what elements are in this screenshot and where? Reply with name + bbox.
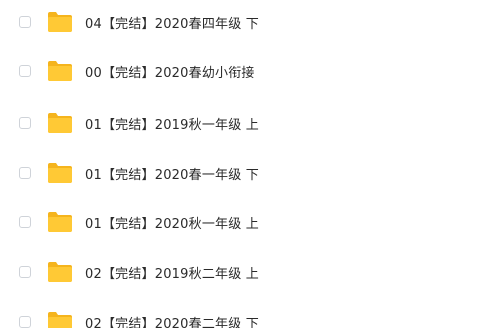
folder-icon bbox=[47, 112, 73, 134]
select-checkbox[interactable] bbox=[19, 167, 31, 179]
list-item[interactable]: 02【完结】2019秋二年级 上 bbox=[0, 252, 492, 292]
file-name[interactable]: 02【完结】2020春二年级 下 bbox=[85, 313, 259, 328]
list-item[interactable]: 00【完结】2020春幼小衔接 bbox=[0, 51, 492, 91]
file-name[interactable]: 01【完结】2020春一年级 下 bbox=[85, 164, 259, 183]
list-item[interactable]: 01【完结】2019秋一年级 上 bbox=[0, 103, 492, 143]
list-item[interactable]: 02【完结】2020春二年级 下 bbox=[0, 302, 492, 328]
file-name[interactable]: 00【完结】2020春幼小衔接 bbox=[85, 62, 255, 81]
folder-icon bbox=[47, 261, 73, 283]
file-list: 04【完结】2020春四年级 下 00【完结】2020春幼小衔接 01【完结】2… bbox=[0, 0, 492, 328]
file-name[interactable]: 02【完结】2019秋二年级 上 bbox=[85, 263, 259, 282]
select-checkbox[interactable] bbox=[19, 316, 31, 328]
select-checkbox[interactable] bbox=[19, 266, 31, 278]
select-checkbox[interactable] bbox=[19, 16, 31, 28]
folder-icon bbox=[47, 211, 73, 233]
file-name[interactable]: 01【完结】2020秋一年级 上 bbox=[85, 213, 259, 232]
file-name[interactable]: 01【完结】2019秋一年级 上 bbox=[85, 114, 259, 133]
folder-icon bbox=[47, 60, 73, 82]
select-checkbox[interactable] bbox=[19, 216, 31, 228]
folder-icon bbox=[47, 162, 73, 184]
list-item[interactable]: 04【完结】2020春四年级 下 bbox=[0, 2, 492, 42]
select-checkbox[interactable] bbox=[19, 65, 31, 77]
list-item[interactable]: 01【完结】2020秋一年级 上 bbox=[0, 202, 492, 242]
list-item[interactable]: 01【完结】2020春一年级 下 bbox=[0, 153, 492, 193]
select-checkbox[interactable] bbox=[19, 117, 31, 129]
folder-icon bbox=[47, 311, 73, 328]
folder-icon bbox=[47, 11, 73, 33]
file-name[interactable]: 04【完结】2020春四年级 下 bbox=[85, 13, 259, 32]
